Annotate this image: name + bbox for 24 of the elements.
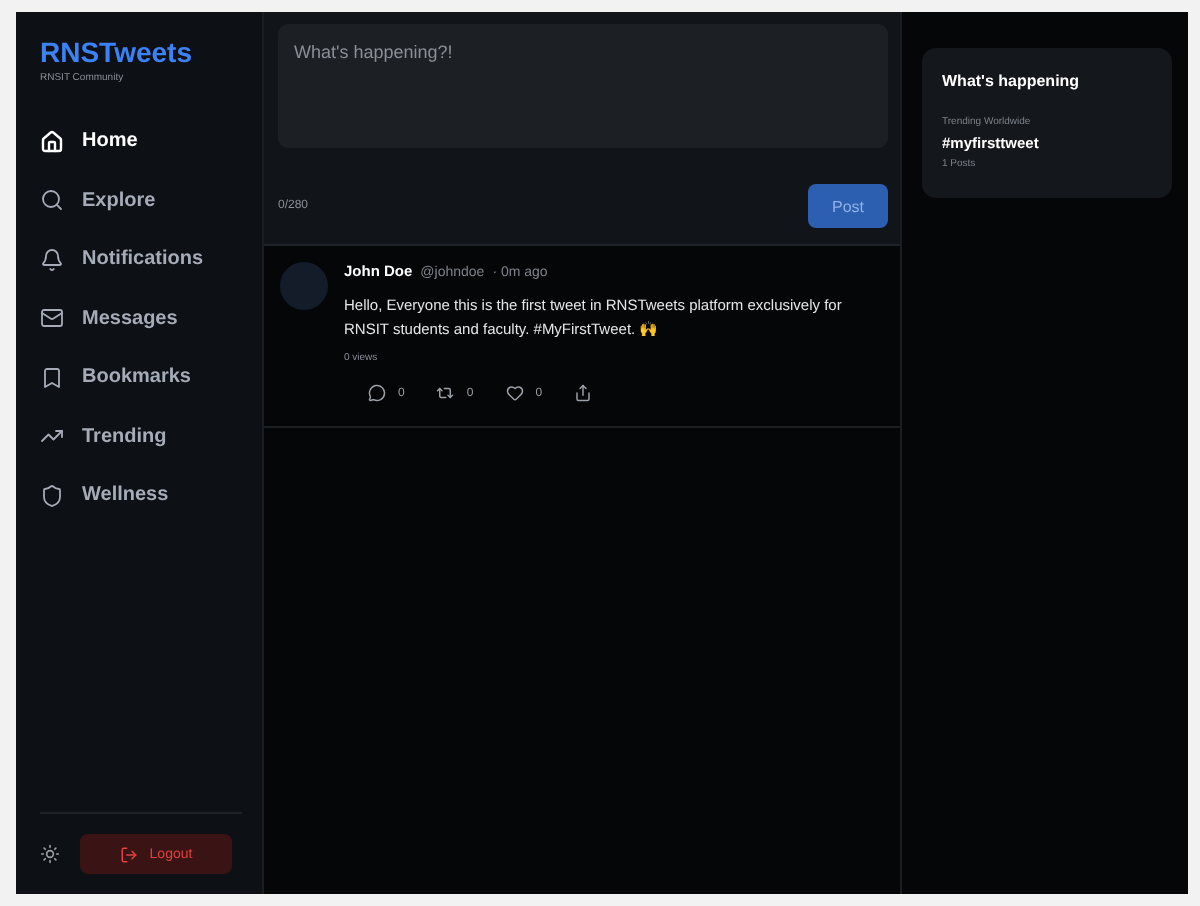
nav-item[interactable]: Bookmarks [40,348,242,407]
mail-icon [40,306,64,331]
logout-icon [119,845,138,863]
shield-icon [40,483,64,508]
tweet-input-field[interactable]: What's happening?! [278,24,888,148]
home-icon [40,129,64,154]
share-icon [574,384,593,402]
nav-item[interactable]: Trending [40,407,242,466]
nav-item[interactable]: Explore [40,171,242,230]
speech-bubble-icon [368,384,386,402]
nav-item[interactable]: Wellness [40,466,242,525]
nav-item[interactable]: Home [40,112,242,171]
bell-icon [40,247,64,272]
avatar [280,262,328,310]
search-icon [40,188,64,213]
bookmark-icon [40,365,64,390]
share-button[interactable] [574,384,593,402]
nav-item[interactable]: Messages [40,289,242,348]
brand-title: RNSTweets [40,36,194,68]
repeat-icon [436,384,455,402]
sun-icon[interactable] [40,844,60,864]
card-title: What's happening [942,72,1082,90]
heart-icon [505,384,524,402]
nav-item[interactable]: Notifications [40,230,242,289]
